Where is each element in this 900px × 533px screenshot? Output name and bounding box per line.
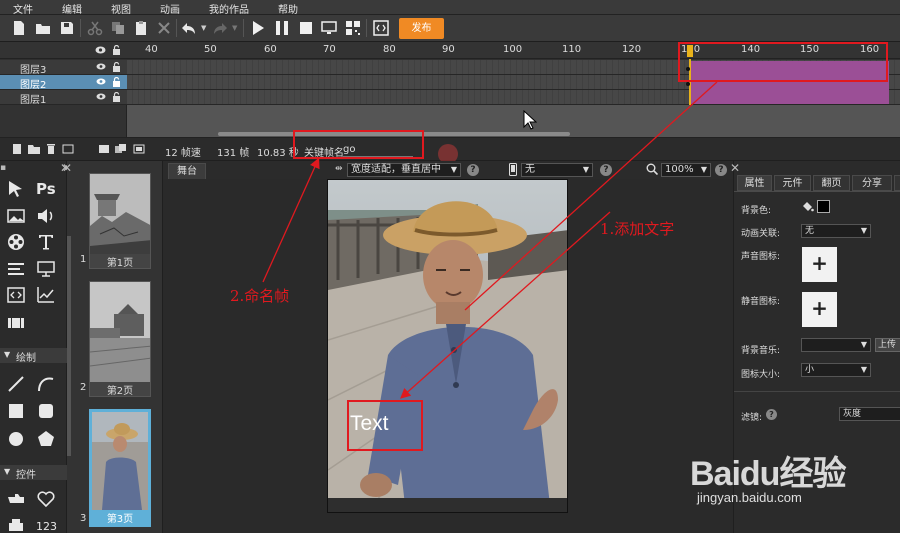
app-window: 文件 编辑 视图 动画 我的作品 帮助 ▼ ▼ 发布 40 50 60 70 8… <box>0 0 900 533</box>
annotation-step-1: 1.添加文字 <box>600 220 675 238</box>
watermark-brand: Baidu经验 <box>690 455 846 493</box>
annotation-step-2: 2.命名帧 <box>230 287 290 305</box>
mouse-cursor-icon <box>523 110 537 130</box>
watermark-url: jingyan.baidu.com <box>697 490 802 505</box>
baidu-watermark: Baidu经验 jingyan.baidu.com <box>690 432 890 512</box>
